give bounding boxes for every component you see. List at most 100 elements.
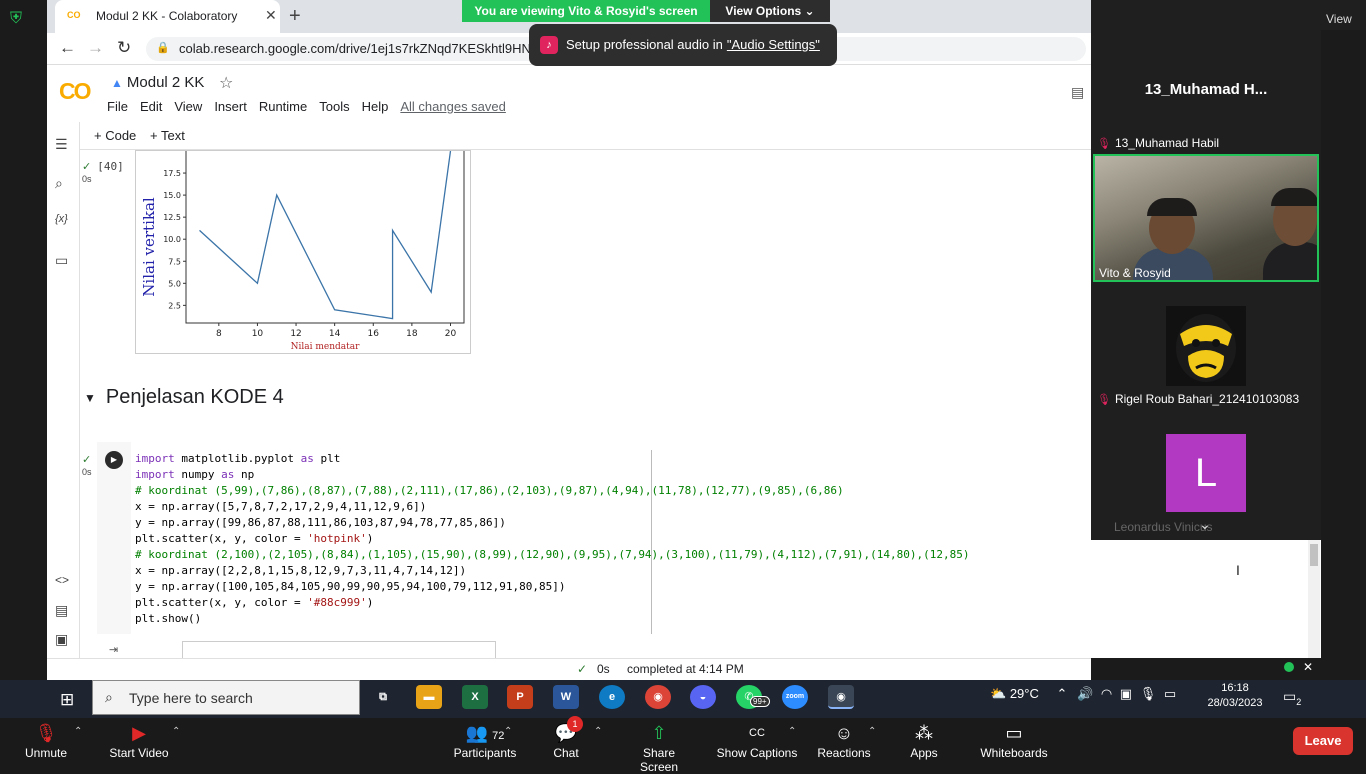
forward-icon[interactable]: → bbox=[87, 38, 104, 58]
output-icon[interactable]: ⇥ bbox=[109, 643, 118, 656]
x-tick-label: 12 bbox=[290, 329, 301, 339]
excel-icon[interactable]: X bbox=[462, 685, 488, 709]
taskbar-search[interactable]: ⌕ Type here to search bbox=[92, 680, 360, 715]
reactions-button[interactable]: ☺ Reactions bbox=[816, 720, 872, 760]
participant-video[interactable]: Vito & Rosyid bbox=[1093, 154, 1319, 282]
close-tab-icon[interactable]: ✕ bbox=[265, 7, 277, 24]
variables-icon[interactable]: {x} bbox=[55, 213, 68, 225]
cell-toolbar: + Code + Text bbox=[47, 122, 1091, 150]
weather-temp[interactable]: 29°C bbox=[1010, 686, 1039, 701]
scrollbar[interactable] bbox=[1308, 540, 1320, 658]
leave-button[interactable]: Leave bbox=[1293, 727, 1353, 755]
apps-button[interactable]: ⁂ Apps bbox=[904, 720, 944, 760]
section-heading[interactable]: ▼ Penjelasan KODE 4 bbox=[84, 386, 284, 409]
chrome-active-icon[interactable]: ◉ bbox=[828, 685, 854, 709]
gorilla-avatar bbox=[1166, 306, 1246, 386]
meet-icon[interactable]: ▣ bbox=[1120, 686, 1132, 701]
menu-insert[interactable]: Insert bbox=[214, 99, 247, 114]
menu-edit[interactable]: Edit bbox=[140, 99, 162, 114]
powerpoint-icon[interactable]: P bbox=[507, 685, 533, 709]
code-snippets-icon[interactable]: <> bbox=[55, 573, 69, 587]
shield-icon: ⛨ bbox=[10, 10, 23, 27]
chevron-down-icon[interactable]: ⌄ bbox=[1199, 516, 1211, 533]
whiteboards-button[interactable]: ▭ Whiteboards bbox=[976, 720, 1052, 760]
run-cell-button[interactable]: ▶ bbox=[105, 451, 123, 469]
reactions-caret-icon[interactable]: ⌃ bbox=[868, 726, 876, 737]
reload-icon[interactable]: ↻ bbox=[117, 38, 131, 58]
browser-tab[interactable]: CO Modul 2 KK - Colaboratory ✕ bbox=[55, 0, 280, 33]
files-icon[interactable]: ▭ bbox=[55, 252, 68, 269]
clock-date: 28/03/2023 bbox=[1207, 697, 1263, 709]
add-text-button[interactable]: + Text bbox=[150, 128, 185, 143]
search-placeholder: Type here to search bbox=[129, 690, 253, 706]
save-status[interactable]: All changes saved bbox=[400, 99, 506, 114]
command-palette-icon[interactable]: ▤ bbox=[55, 602, 68, 619]
unmute-button[interactable]: 🎙 Unmute bbox=[22, 720, 70, 760]
menu-file[interactable]: File bbox=[107, 99, 128, 114]
word-icon[interactable]: W bbox=[553, 685, 579, 709]
whatsapp-badge: 99+ bbox=[750, 696, 770, 707]
back-icon[interactable]: ← bbox=[59, 38, 76, 58]
cell-run-status: ✓ [40] 0s bbox=[82, 160, 124, 184]
menu-tools[interactable]: Tools bbox=[319, 99, 349, 114]
edge-icon[interactable]: e bbox=[599, 685, 625, 709]
volume-icon[interactable]: 🔊 bbox=[1077, 686, 1093, 701]
exec-count: [40] bbox=[97, 160, 124, 173]
code-text[interactable]: import matplotlib.pyplot as plt import n… bbox=[135, 451, 969, 627]
status-time: 0s bbox=[597, 662, 610, 676]
menu-view[interactable]: View bbox=[174, 99, 202, 114]
audio-caret-icon[interactable]: ⌃ bbox=[74, 726, 82, 737]
battery-icon[interactable]: ▭ bbox=[1164, 686, 1176, 701]
taskbar-clock[interactable]: 16:18 28/03/2023 bbox=[1205, 681, 1265, 711]
x-tick-label: 20 bbox=[445, 329, 457, 339]
captions-caret-icon[interactable]: ⌃ bbox=[788, 726, 796, 737]
add-code-button[interactable]: + Code bbox=[94, 128, 136, 143]
view-options-button[interactable]: View Options ⌄ bbox=[710, 0, 830, 22]
menu-runtime[interactable]: Runtime bbox=[259, 99, 307, 114]
participant-label-1: 🎙 13_Muhamad Habil bbox=[1097, 136, 1220, 150]
toc-icon[interactable]: ☰ bbox=[55, 136, 68, 153]
chart-svg: 8 10 12 14 16 18 20 2.5 5.0 7.5 10.0 12.5 15.0 17.5 Ni… bbox=[140, 150, 465, 352]
chrome-icon[interactable]: ◉ bbox=[645, 685, 671, 709]
task-view-icon[interactable]: ⧉ bbox=[370, 685, 396, 709]
file-explorer-icon[interactable]: ▬ bbox=[416, 685, 442, 709]
collapse-arrow-icon[interactable]: ▼ bbox=[84, 391, 96, 405]
windows-start-icon[interactable]: ⊞ bbox=[60, 690, 74, 710]
status-text: completed at 4:14 PM bbox=[627, 662, 744, 676]
code-editor[interactable]: import matplotlib.pyplot as plt import n… bbox=[131, 442, 1091, 634]
left-strip: ⛨ bbox=[0, 0, 47, 680]
participant-label-4: Leonardus Vinicus bbox=[1114, 520, 1213, 534]
star-icon[interactable]: ☆ bbox=[219, 73, 233, 93]
terminal-icon[interactable]: ▣ bbox=[55, 631, 68, 648]
code-cell[interactable]: ▶ import matplotlib.pyplot as plt import… bbox=[97, 442, 1091, 634]
wifi-icon[interactable]: ◠ bbox=[1101, 686, 1112, 701]
music-icon: ♪ bbox=[540, 36, 558, 54]
comment-icon[interactable]: ▤ bbox=[1071, 84, 1084, 101]
y-tick-label: 5.0 bbox=[168, 279, 181, 288]
audio-settings-link[interactable]: "Audio Settings" bbox=[727, 37, 820, 52]
notification-icon[interactable]: ▭2 bbox=[1283, 688, 1301, 707]
share-screen-button[interactable]: ⇧ Share Screen bbox=[624, 720, 694, 774]
mic-icon[interactable]: 🎙 bbox=[1140, 686, 1157, 701]
tray-chevron-icon[interactable]: ⌃ bbox=[1056, 686, 1067, 701]
start-video-button[interactable]: ▶ Start Video bbox=[108, 720, 170, 760]
view-label[interactable]: View bbox=[1326, 12, 1352, 26]
show-captions-button[interactable]: CC Show Captions bbox=[716, 720, 798, 760]
x-tick-label: 10 bbox=[252, 329, 264, 339]
discord-icon[interactable]: ◒ bbox=[690, 685, 716, 709]
video-caret-icon[interactable]: ⌃ bbox=[172, 726, 180, 737]
search-icon[interactable]: ⌕ bbox=[55, 175, 63, 192]
url-text: colab.research.google.com/drive/1ej1s7rk… bbox=[179, 41, 542, 56]
zoom-app-icon[interactable]: zoom bbox=[782, 685, 808, 709]
new-tab-icon[interactable]: + bbox=[289, 5, 301, 28]
code-line: y = np.array([99,86,87,88,111,86,103,87,… bbox=[135, 516, 506, 529]
weather-icon[interactable]: ⛅ bbox=[990, 686, 1006, 701]
chat-caret-icon[interactable]: ⌃ bbox=[594, 726, 602, 737]
colab-logo[interactable]: CO bbox=[59, 78, 91, 105]
menu-help[interactable]: Help bbox=[362, 99, 389, 114]
participants-caret-icon[interactable]: ⌃ bbox=[504, 726, 512, 737]
close-icon[interactable]: ✕ bbox=[1303, 660, 1313, 674]
mic-muted-icon: 🎙 bbox=[34, 723, 58, 743]
code-line: x = np.array([5,7,8,7,2,17,2,9,4,11,12,9… bbox=[135, 500, 427, 513]
doc-title[interactable]: ▲ Modul 2 KK bbox=[111, 74, 204, 91]
